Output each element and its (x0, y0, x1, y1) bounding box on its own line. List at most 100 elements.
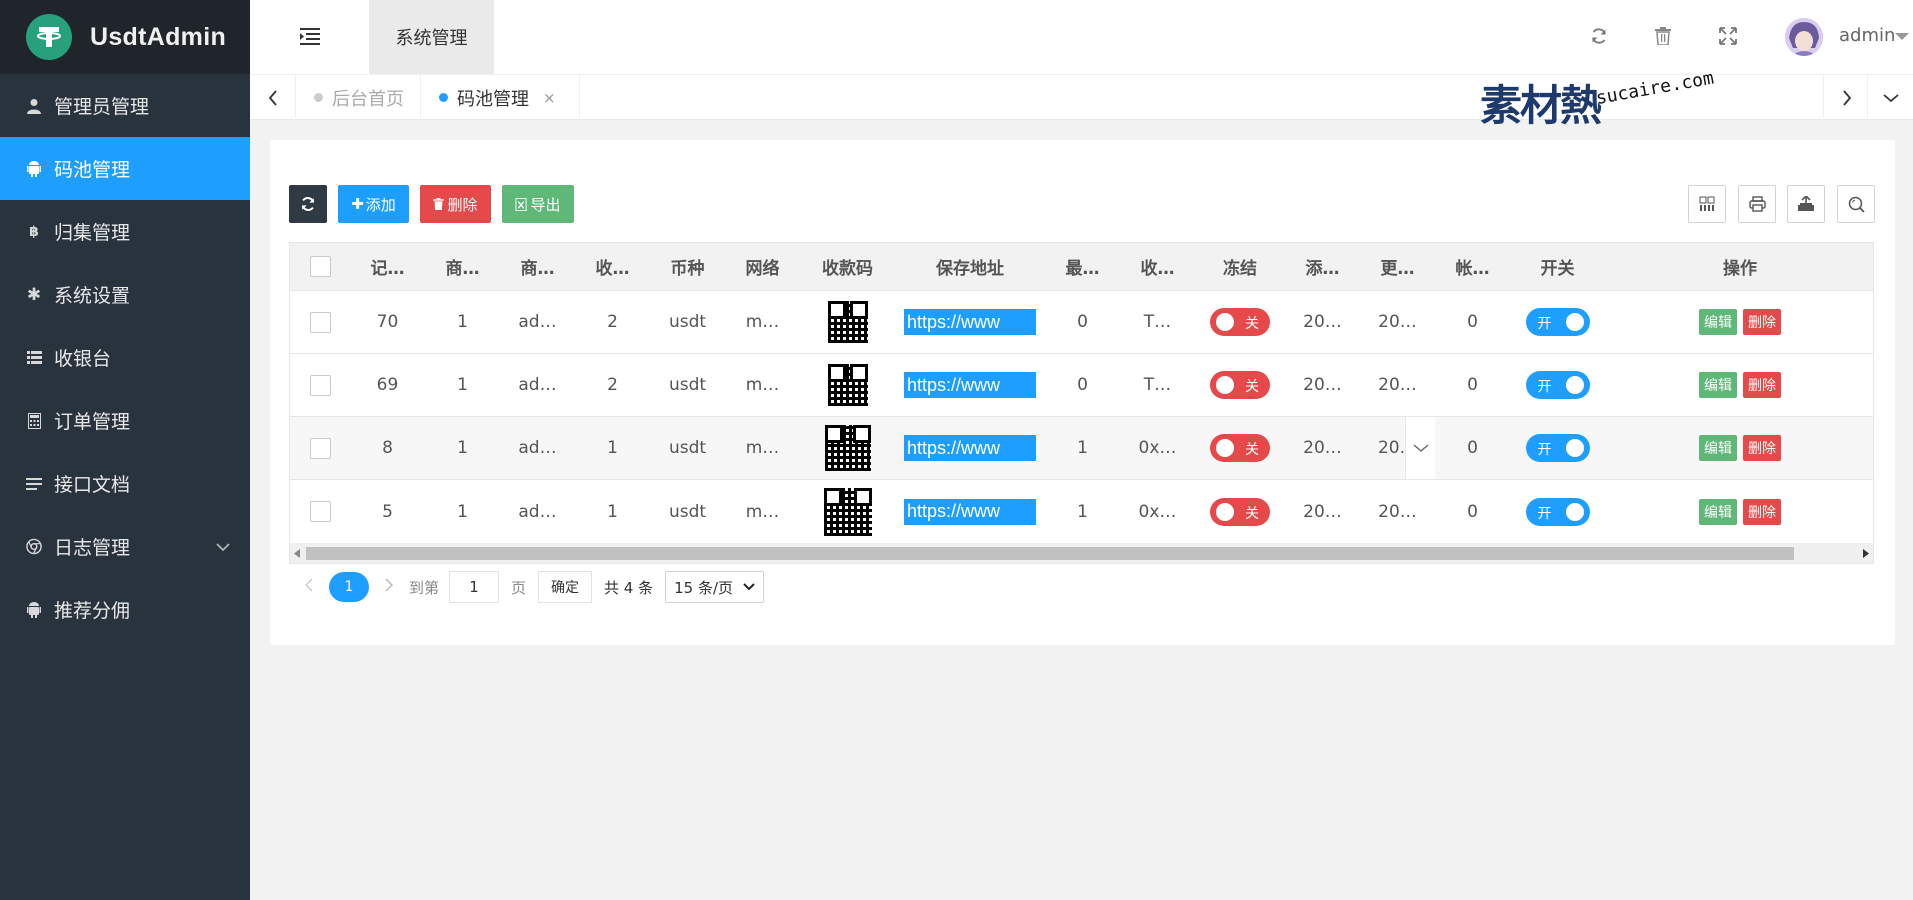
table-row[interactable]: 69 1 ad… 2 usdt m… https://www 0 T… 关 20… (290, 354, 1873, 417)
freeze-toggle[interactable]: 关 (1210, 371, 1270, 399)
sidebar-item-cashier[interactable]: 收银台 (0, 326, 250, 389)
delete-row-button[interactable]: 删除 (1743, 498, 1781, 525)
column-header[interactable]: 帐… (1435, 243, 1510, 290)
qr-code-image[interactable] (824, 425, 871, 471)
sidebar-item-code-pool[interactable]: 码池管理 (0, 137, 250, 200)
column-header[interactable]: 收… (1120, 243, 1195, 290)
tabs-next-button[interactable] (1823, 75, 1869, 120)
menu-fold-icon[interactable] (300, 27, 320, 50)
sidebar-item-admin[interactable]: 管理员管理 (0, 74, 250, 137)
table-row[interactable]: 70 1 ad… 2 usdt m… https://www 0 T… 关 20… (290, 291, 1873, 354)
delete-button[interactable]: 删除 (420, 185, 491, 223)
sidebar-item-label: 接口文档 (54, 474, 131, 496)
edit-button[interactable]: 编辑 (1699, 309, 1737, 335)
pagination: 1 到第 1 页 确定 共 4 条 15 条/页 (289, 570, 765, 604)
next-page-icon[interactable] (385, 578, 394, 596)
page-number-current[interactable]: 1 (329, 572, 369, 602)
horizontal-scrollbar[interactable] (290, 543, 1873, 563)
sidebar-item-referral[interactable]: 推荐分佣 (0, 578, 250, 641)
table-row[interactable]: 8 1 ad… 1 usdt m… https://www 1 0x… 关 20… (290, 417, 1873, 480)
tab-code-pool[interactable]: 码池管理 × (421, 75, 580, 120)
export-data-button[interactable] (1787, 185, 1825, 223)
sidebar-item-logs[interactable]: 日志管理 (0, 515, 250, 578)
enable-toggle[interactable]: 开 (1525, 371, 1590, 399)
select-all-checkbox[interactable] (309, 256, 331, 277)
column-header[interactable]: 币种 (650, 243, 725, 290)
column-header[interactable]: 记… (350, 243, 425, 290)
cell: ad… (518, 438, 557, 458)
header-tab-system[interactable]: 系统管理 (369, 0, 494, 74)
enable-toggle[interactable]: 开 (1525, 497, 1590, 526)
print-button[interactable] (1738, 185, 1776, 223)
freeze-toggle[interactable]: 关 (1210, 434, 1270, 462)
sidebar-item-orders[interactable]: 订单管理 (0, 389, 250, 452)
expand-cell-button[interactable] (1405, 417, 1435, 479)
user-name[interactable]: admin (1839, 25, 1895, 46)
export-button[interactable]: 导出 (502, 185, 574, 223)
sidebar-item-settings[interactable]: ✱ 系统设置 (0, 263, 250, 326)
column-header[interactable]: 开关 (1510, 243, 1605, 290)
refresh-icon[interactable] (1590, 27, 1608, 50)
column-header[interactable]: 操作 (1605, 243, 1873, 290)
freeze-toggle[interactable]: 关 (1210, 308, 1270, 336)
address-link[interactable]: https://www (904, 498, 1036, 525)
column-header[interactable]: 最… (1045, 243, 1120, 290)
refresh-button[interactable] (289, 185, 327, 223)
add-button[interactable]: ✚ 添加 (338, 185, 409, 223)
freeze-toggle[interactable]: 关 (1210, 497, 1270, 526)
enable-toggle[interactable]: 开 (1525, 308, 1590, 336)
row-checkbox[interactable] (309, 374, 331, 396)
edit-button[interactable]: 编辑 (1699, 498, 1737, 525)
close-icon[interactable]: × (543, 89, 556, 107)
column-header[interactable]: 商… (425, 243, 500, 290)
qr-code-image[interactable] (823, 487, 872, 536)
edit-button[interactable]: 编辑 (1699, 372, 1737, 398)
enable-toggle[interactable]: 开 (1525, 434, 1590, 462)
user-icon (26, 98, 42, 114)
tether-logo-icon (26, 14, 72, 60)
tab-label: 后台首页 (332, 88, 404, 110)
fullscreen-icon[interactable] (1719, 27, 1737, 50)
tabs-prev-button[interactable] (250, 75, 296, 120)
address-link[interactable]: https://www (904, 372, 1036, 398)
qr-code-image[interactable] (827, 301, 868, 343)
column-header[interactable]: 收… (575, 243, 650, 290)
goto-confirm-button[interactable]: 确定 (538, 571, 593, 603)
search-button[interactable] (1837, 185, 1875, 223)
caret-down-icon[interactable] (1895, 33, 1909, 40)
column-header[interactable]: 收款码 (800, 243, 895, 290)
row-checkbox[interactable] (309, 501, 331, 522)
table-row[interactable]: 5 1 ad… 1 usdt m… https://www 1 0x… 关 20… (290, 480, 1873, 543)
column-header[interactable]: 添… (1285, 243, 1360, 290)
delete-row-button[interactable]: 删除 (1743, 435, 1781, 461)
address-link[interactable]: https://www (904, 309, 1036, 335)
column-header[interactable]: 网络 (725, 243, 800, 290)
cell: 1 (607, 501, 618, 522)
column-header[interactable]: 商… (500, 243, 575, 290)
column-header[interactable]: 保存地址 (895, 243, 1045, 290)
column-header[interactable]: 更… (1360, 243, 1435, 290)
row-checkbox[interactable] (309, 311, 331, 333)
qr-code-image[interactable] (827, 364, 868, 406)
goto-page-input[interactable]: 1 (449, 571, 500, 603)
column-header[interactable]: 冻结 (1195, 243, 1285, 290)
sidebar-item-label: 推荐分佣 (54, 600, 131, 622)
columns-filter-button[interactable] (1688, 185, 1726, 223)
delete-row-button[interactable]: 删除 (1743, 372, 1781, 398)
scrollbar-thumb[interactable] (306, 547, 1794, 560)
prev-page-icon[interactable] (304, 578, 313, 596)
tabs-menu-button[interactable] (1867, 75, 1913, 120)
logo[interactable]: UsdtAdmin (0, 0, 250, 74)
cell: 20… (1378, 375, 1417, 395)
per-page-value: 15 条/页 (674, 578, 734, 597)
trash-icon[interactable] (1655, 27, 1671, 50)
sidebar-item-collect[interactable]: ฿ 归集管理 (0, 200, 250, 263)
avatar[interactable] (1785, 18, 1823, 56)
per-page-select[interactable]: 15 条/页 (665, 571, 765, 603)
row-checkbox[interactable] (309, 437, 331, 459)
delete-row-button[interactable]: 删除 (1743, 309, 1781, 335)
address-link[interactable]: https://www (904, 435, 1036, 461)
edit-button[interactable]: 编辑 (1699, 435, 1737, 461)
sidebar-item-api-docs[interactable]: 接口文档 (0, 452, 250, 515)
tab-home[interactable]: 后台首页 (296, 75, 421, 120)
